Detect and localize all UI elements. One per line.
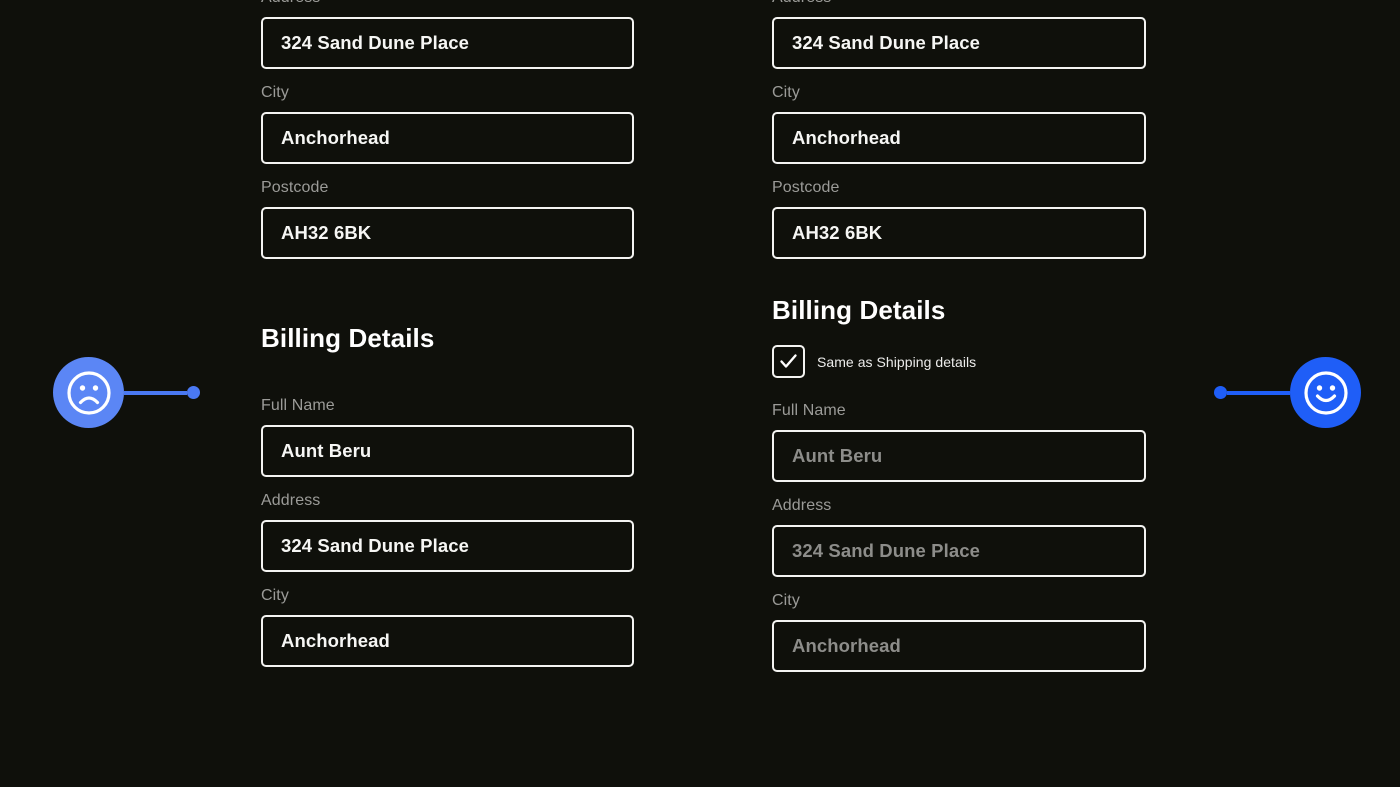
- text-input-disabled[interactable]: Anchorhead: [772, 620, 1146, 672]
- same-as-shipping-label: Same as Shipping details: [817, 353, 977, 370]
- marker-endpoint-dot: [1214, 386, 1227, 399]
- billing-details-heading: Billing Details: [772, 295, 946, 325]
- field-label: City: [772, 84, 800, 101]
- frowning-face-icon: [53, 357, 124, 428]
- input-value: 324 Sand Dune Place: [281, 32, 470, 53]
- field-billing-address: Address 324 Sand Dune Place: [261, 491, 634, 572]
- same-as-shipping-row[interactable]: Same as Shipping details: [772, 345, 1146, 378]
- marker-line: [124, 390, 187, 395]
- input-value: Anchorhead: [792, 127, 901, 148]
- field-shipping-postcode: Postcode AH32 6BK: [261, 178, 634, 259]
- text-input[interactable]: Anchorhead: [261, 615, 634, 667]
- marker-connector: [124, 386, 200, 399]
- field-label: Postcode: [772, 179, 840, 196]
- input-value: Aunt Beru: [281, 440, 372, 461]
- text-input-disabled[interactable]: 324 Sand Dune Place: [772, 525, 1146, 577]
- checkmark-icon: [778, 351, 799, 372]
- heading-spacer: [261, 354, 634, 396]
- marker-endpoint-dot: [187, 386, 200, 399]
- annotation-marker-positive: [1214, 357, 1361, 428]
- field-billing-city: City Anchorhead: [261, 586, 634, 667]
- billing-details-heading: Billing Details: [261, 323, 435, 353]
- comparison-stage: Address 324 Sand Dune Place City Anchorh…: [0, 0, 1400, 787]
- field-label: Address: [772, 497, 832, 514]
- text-input[interactable]: Aunt Beru: [261, 425, 634, 477]
- text-input[interactable]: AH32 6BK: [772, 207, 1146, 259]
- field-shipping-city: City Anchorhead: [261, 83, 634, 164]
- left-form-column: Address 324 Sand Dune Place City Anchorh…: [261, 0, 634, 681]
- text-input[interactable]: 324 Sand Dune Place: [772, 17, 1146, 69]
- field-label: Address: [261, 0, 634, 8]
- input-value: 324 Sand Dune Place: [792, 540, 981, 561]
- field-label: Address: [261, 492, 321, 509]
- field-billing-full-name: Full Name Aunt Beru: [261, 396, 634, 477]
- field-billing-full-name: Full Name Aunt Beru: [772, 401, 1146, 482]
- field-shipping-address: Address 324 Sand Dune Place: [772, 0, 1146, 69]
- text-input[interactable]: Anchorhead: [261, 112, 634, 164]
- text-input-disabled[interactable]: Aunt Beru: [772, 430, 1146, 482]
- text-input[interactable]: Anchorhead: [772, 112, 1146, 164]
- field-billing-city: City Anchorhead: [772, 591, 1146, 672]
- field-label: Postcode: [261, 179, 329, 196]
- right-form-column: Address 324 Sand Dune Place City Anchorh…: [772, 0, 1146, 686]
- same-as-shipping-checkbox[interactable]: [772, 345, 805, 378]
- text-input[interactable]: 324 Sand Dune Place: [261, 17, 634, 69]
- input-value: 324 Sand Dune Place: [281, 535, 470, 556]
- input-value: Anchorhead: [792, 635, 901, 656]
- field-label: Address: [772, 0, 1146, 8]
- field-label: Full Name: [261, 397, 335, 414]
- input-value: Anchorhead: [281, 127, 390, 148]
- field-label: Full Name: [772, 402, 846, 419]
- field-shipping-city: City Anchorhead: [772, 83, 1146, 164]
- text-input[interactable]: AH32 6BK: [261, 207, 634, 259]
- field-shipping-postcode: Postcode AH32 6BK: [772, 178, 1146, 259]
- annotation-marker-negative: [53, 357, 200, 428]
- marker-connector: [1214, 386, 1290, 399]
- input-value: 324 Sand Dune Place: [792, 32, 981, 53]
- input-value: AH32 6BK: [792, 222, 883, 243]
- marker-line: [1227, 390, 1290, 395]
- field-shipping-address: Address 324 Sand Dune Place: [261, 0, 634, 69]
- input-value: Aunt Beru: [792, 445, 883, 466]
- field-label: City: [261, 84, 289, 101]
- input-value: Anchorhead: [281, 630, 390, 651]
- input-value: AH32 6BK: [281, 222, 372, 243]
- text-input[interactable]: 324 Sand Dune Place: [261, 520, 634, 572]
- field-label: City: [261, 587, 289, 604]
- field-billing-address: Address 324 Sand Dune Place: [772, 496, 1146, 577]
- smiling-face-icon: [1290, 357, 1361, 428]
- field-label: City: [772, 592, 800, 609]
